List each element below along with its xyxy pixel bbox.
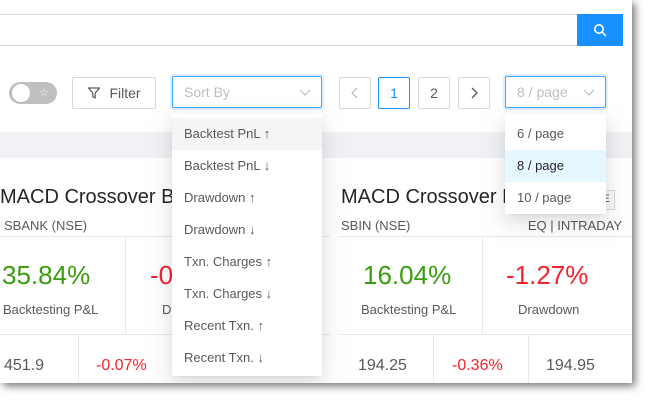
divider [78, 334, 79, 383]
toggle-knob [12, 84, 30, 102]
bottom-value-3: 194.95 [546, 357, 595, 374]
page-size-value: 8 / page [517, 84, 568, 100]
favorites-toggle[interactable]: ☆ [9, 82, 57, 104]
sort-select[interactable]: Sort By [172, 76, 322, 108]
search-icon [594, 24, 607, 37]
page-size-option[interactable]: 8 / page [505, 150, 606, 182]
card-symbol: SBANK (NSE) [4, 218, 88, 233]
drawdown-value: -1.27% [506, 260, 589, 290]
sort-option[interactable]: Txn. Charges ↑ [172, 246, 322, 278]
sort-placeholder: Sort By [184, 84, 230, 100]
card-symbol: SBIN (NSE) [341, 218, 411, 233]
pagination-page-1[interactable]: 1 [378, 77, 410, 109]
pnl-value: 16.04% [363, 260, 452, 290]
page-size-select[interactable]: 8 / page [505, 76, 606, 108]
page-size-option[interactable]: 6 / page [505, 118, 606, 150]
page-number: 2 [430, 85, 438, 101]
pnl-value: 35.84% [2, 260, 91, 290]
filter-label: Filter [109, 85, 141, 101]
pagination-prev-button[interactable] [339, 77, 371, 109]
chevron-down-icon [583, 89, 595, 96]
page-size-dropdown: 6 / page 8 / page 10 / page [505, 114, 606, 214]
sort-option[interactable]: Drawdown ↓ [172, 214, 322, 246]
bottom-value-2: -0.36% [452, 357, 503, 374]
sort-option[interactable]: Recent Txn. ↑ [172, 310, 322, 342]
page-number: 1 [390, 85, 398, 101]
pagination-page-2[interactable]: 2 [418, 77, 450, 109]
app-window: ☆ Filter Sort By 1 2 8 / page MACD Cross… [0, 0, 632, 383]
divider [433, 334, 434, 383]
drawdown-label: Drawdown [518, 302, 580, 317]
sort-option[interactable]: Recent Txn. ↓ [172, 342, 322, 374]
card-title: MACD Crossover B [341, 186, 516, 208]
card-title: MACD Crossover BO [0, 186, 191, 208]
pagination-next-button[interactable] [458, 77, 490, 109]
page-size-option[interactable]: 10 / page [505, 182, 606, 214]
divider [528, 334, 529, 383]
drawdown-value: -0 [150, 260, 174, 290]
sort-option[interactable]: Drawdown ↑ [172, 182, 322, 214]
drawdown-label: D [162, 302, 172, 317]
bottom-value-1: 451.9 [4, 357, 45, 374]
card-meta: EQ | INTRADAY [527, 218, 622, 233]
bottom-value-2: -0.07% [96, 357, 147, 374]
divider [125, 236, 126, 334]
filter-button[interactable]: Filter [72, 77, 156, 109]
filter-icon [88, 87, 101, 99]
chevron-left-icon [351, 87, 358, 99]
search-input[interactable] [0, 14, 579, 46]
divider [340, 236, 632, 237]
bottom-value-1: 194.25 [358, 357, 407, 374]
divider [482, 236, 483, 334]
divider [340, 334, 632, 335]
star-icon: ☆ [39, 87, 49, 99]
sort-option[interactable]: Backtest PnL ↓ [172, 150, 322, 182]
pnl-label: Backtesting P&L [3, 302, 99, 317]
sort-dropdown: Backtest PnL ↑ Backtest PnL ↓ Drawdown ↑… [172, 114, 322, 376]
sort-option[interactable]: Backtest PnL ↑ [172, 118, 322, 150]
chevron-down-icon [299, 89, 311, 96]
search-button[interactable] [577, 14, 623, 46]
pnl-label: Backtesting P&L [361, 302, 457, 317]
sort-option[interactable]: Txn. Charges ↓ [172, 278, 322, 310]
chevron-right-icon [471, 87, 478, 99]
